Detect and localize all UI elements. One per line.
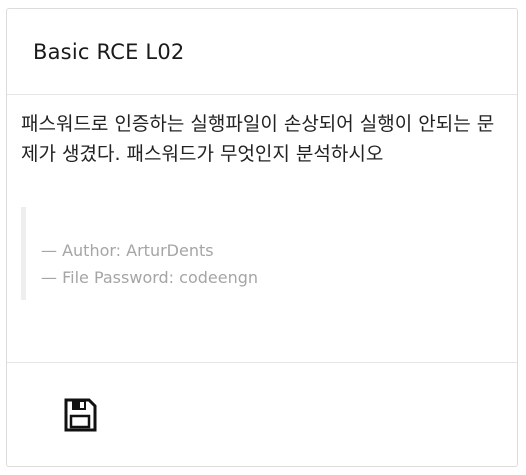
card-header: Basic RCE L02: [7, 9, 517, 95]
card-footer: [7, 363, 517, 466]
floppy-disk-icon: [64, 398, 97, 432]
card-body: 패스워드로 인증하는 실행파일이 손상되어 실행이 안되는 문제가 생겼다. 패…: [7, 95, 517, 363]
challenge-card: Basic RCE L02 패스워드로 인증하는 실행파일이 손상되어 실행이 …: [6, 8, 518, 467]
challenge-description: 패스워드로 인증하는 실행파일이 손상되어 실행이 안되는 문제가 생겼다. 패…: [21, 113, 495, 165]
challenge-info-blockquote: — Author: ArturDents — File Password: co…: [21, 207, 503, 300]
author-line: — Author: ArturDents: [41, 241, 214, 260]
challenge-title: Basic RCE L02: [33, 39, 185, 64]
file-password-line: — File Password: codeengn: [41, 268, 259, 287]
download-button[interactable]: [61, 396, 99, 434]
